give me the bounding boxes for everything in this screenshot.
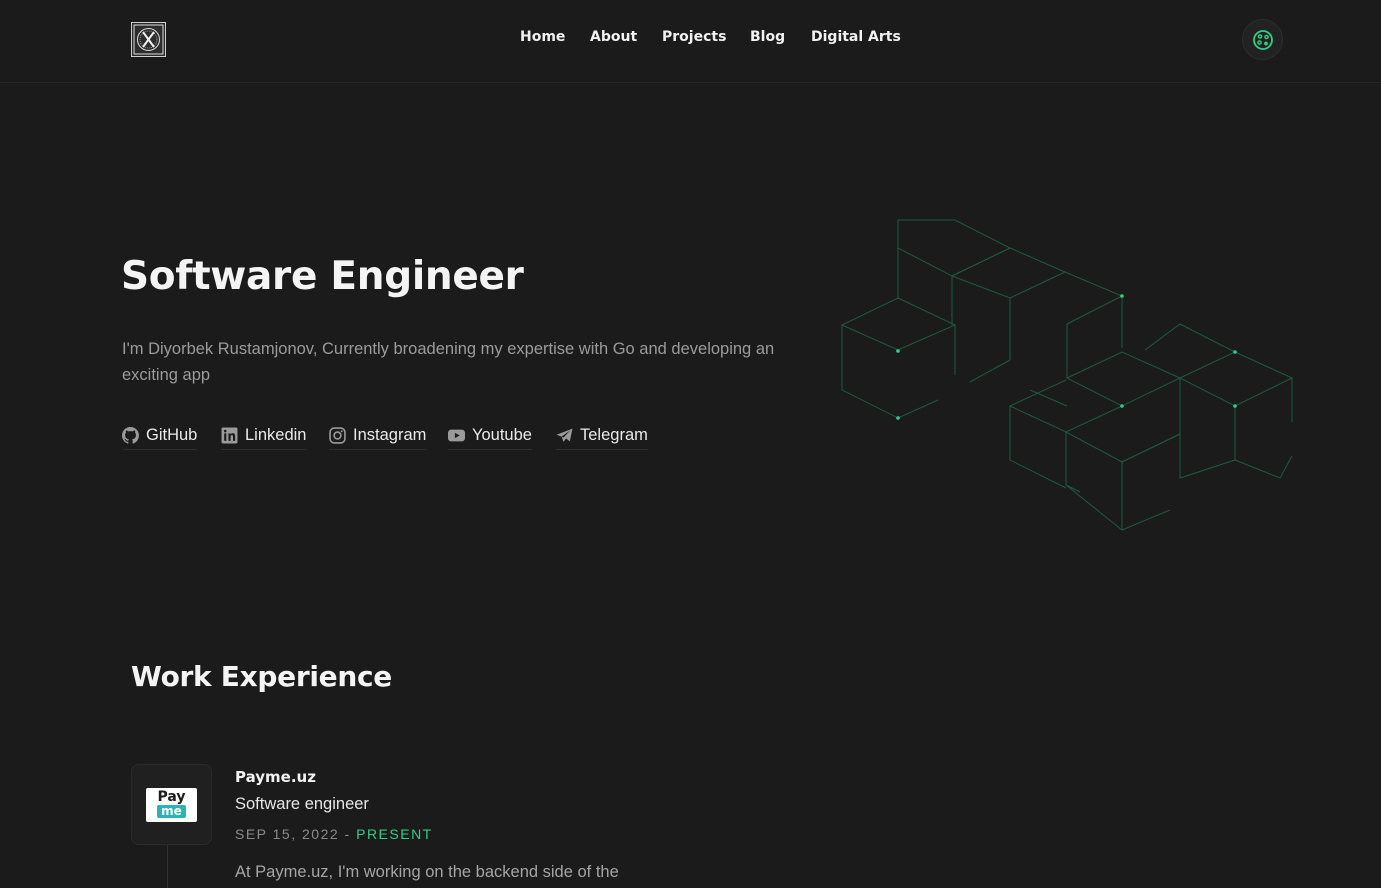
job-start-date: SEP 15, 2022	[235, 826, 340, 842]
social-label: Instagram	[353, 426, 427, 444]
nav-links: Home About Projects Blog Digital Arts	[0, 0, 1381, 78]
instagram-icon	[329, 427, 346, 444]
isometric-cubes-illustration	[840, 219, 1294, 531]
social-telegram-link[interactable]: Telegram	[556, 426, 648, 450]
job-role: Software engineer	[235, 795, 369, 813]
youtube-icon	[448, 429, 465, 442]
work-experience-title: Work Experience	[131, 660, 392, 693]
social-label: Youtube	[472, 426, 532, 444]
page: Home About Projects Blog Digital Arts So…	[0, 0, 1381, 888]
social-youtube-link[interactable]: Youtube	[448, 426, 532, 450]
social-linkedin-link[interactable]: Linkedin	[221, 426, 307, 450]
social-label: Linkedin	[245, 426, 307, 444]
job-dates: SEP 15, 2022 - PRESENT	[235, 826, 433, 842]
timeline-line	[167, 845, 168, 888]
theme-toggle-button[interactable]	[1242, 19, 1283, 60]
payme-logo-badge: me	[157, 805, 186, 818]
github-icon	[122, 427, 139, 444]
telegram-icon	[556, 428, 573, 442]
nav-digital-arts[interactable]: Digital Arts	[811, 29, 901, 45]
social-label: Telegram	[580, 426, 648, 444]
company-logo: Pay me	[131, 764, 212, 845]
job-description: At Payme.uz, I'm working on the backend …	[235, 863, 619, 881]
payme-logo: Pay me	[146, 787, 197, 822]
social-github-link[interactable]: GitHub	[122, 426, 198, 450]
payme-logo-text: Pay	[157, 789, 186, 805]
nav-about[interactable]: About	[590, 29, 637, 45]
nav-projects[interactable]: Projects	[662, 29, 726, 45]
palette-icon	[1252, 29, 1273, 50]
linkedin-icon	[221, 427, 238, 444]
nav-blog[interactable]: Blog	[750, 29, 785, 45]
navbar: Home About Projects Blog Digital Arts	[0, 0, 1381, 83]
hero-title: Software Engineer	[121, 254, 524, 299]
date-separator: -	[339, 826, 357, 842]
job-end-date: PRESENT	[356, 826, 433, 842]
hero-description: I'm Diyorbek Rustamjonov, Currently broa…	[122, 340, 775, 384]
social-instagram-link[interactable]: Instagram	[329, 426, 427, 450]
company-name: Payme.uz	[235, 768, 316, 786]
social-label: GitHub	[146, 426, 198, 444]
nav-home[interactable]: Home	[520, 29, 565, 45]
